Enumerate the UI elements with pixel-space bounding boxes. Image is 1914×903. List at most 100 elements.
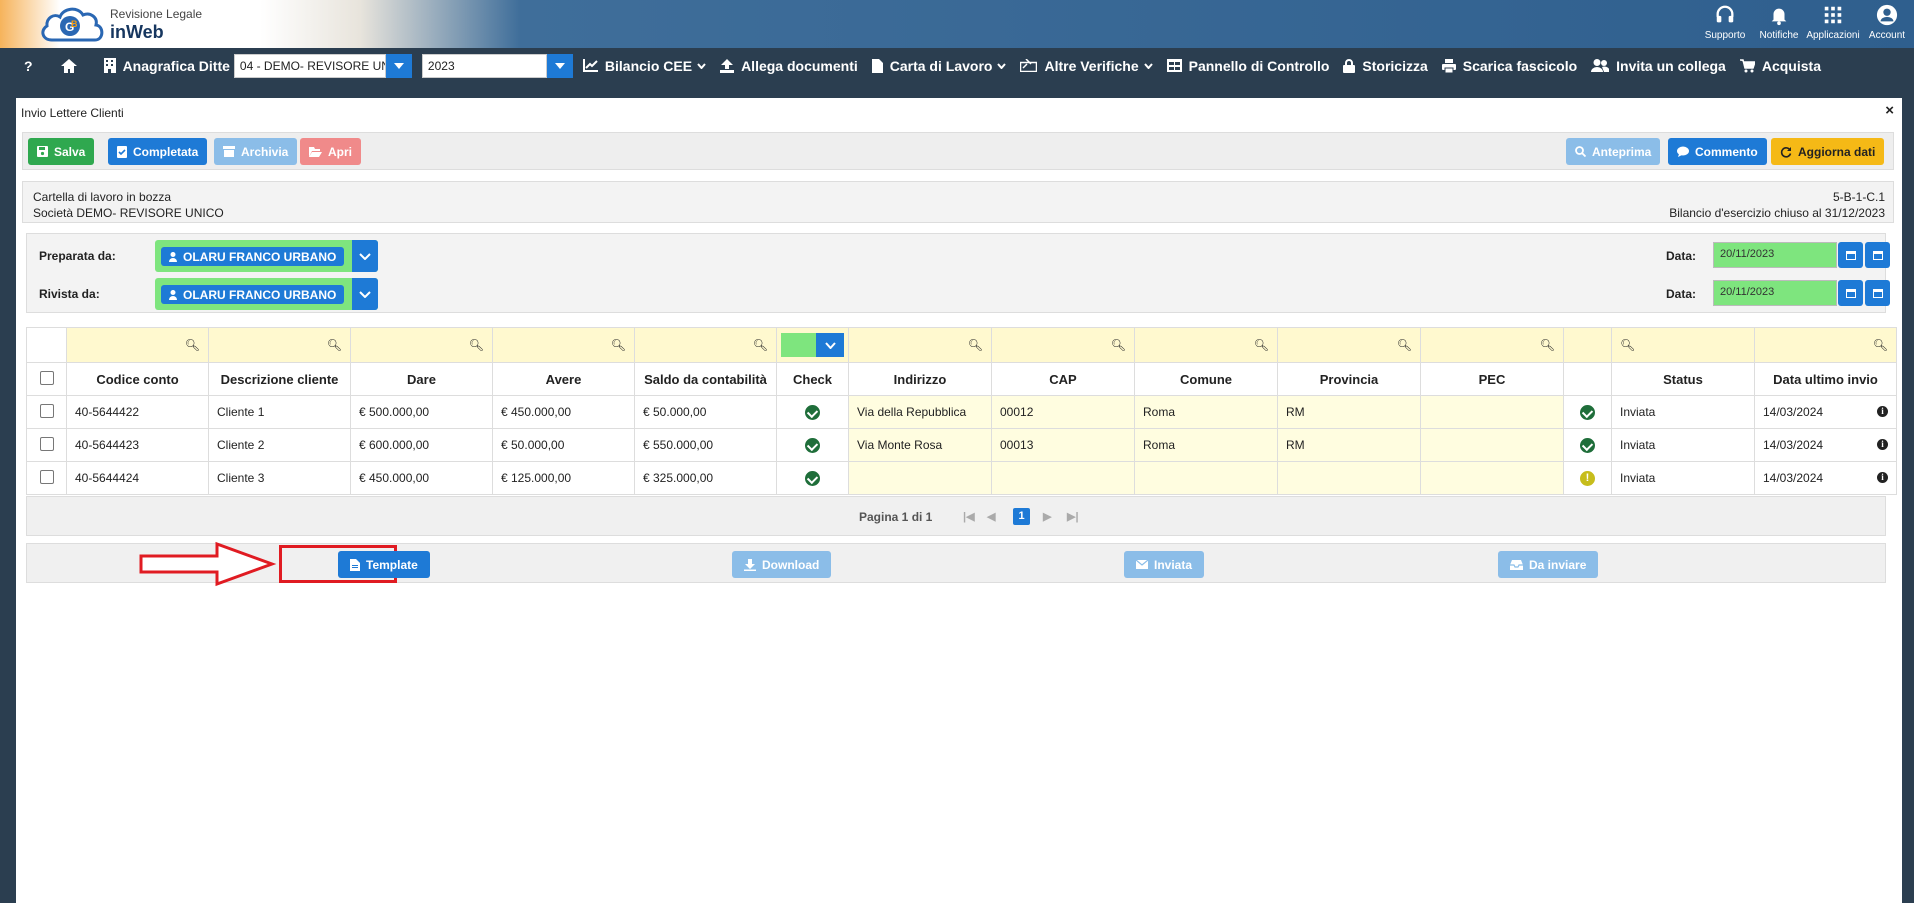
pec-cell[interactable] <box>1420 395 1564 429</box>
archivia-button[interactable]: Archivia <box>214 138 298 165</box>
info-icon[interactable]: i <box>1877 406 1888 417</box>
comune-cell[interactable]: Roma <box>1134 395 1278 429</box>
app-logo[interactable]: G B Revisione Legale inWeb <box>38 4 202 44</box>
da-inviare-button[interactable]: Da inviare <box>1498 551 1599 578</box>
preparata-select[interactable]: OLARU FRANCO URBANO <box>155 240 378 272</box>
help-button[interactable]: ? <box>24 58 33 74</box>
prev-page-icon[interactable]: ◀ <box>987 510 995 523</box>
rivista-date-input[interactable]: 20/11/2023 <box>1713 280 1837 306</box>
search-icon[interactable]: 🔍︎ <box>1754 327 1897 363</box>
completata-button[interactable]: Completata <box>108 138 208 165</box>
col-descrizione[interactable]: Descrizione cliente <box>208 362 351 396</box>
search-icon[interactable]: 🔍︎ <box>66 327 209 363</box>
preparata-date-input[interactable]: 20/11/2023 <box>1713 242 1837 268</box>
menu-invita[interactable]: Invita un collega <box>1591 58 1726 74</box>
search-icon[interactable]: 🔍︎ <box>634 327 777 363</box>
search-icon[interactable]: 🔍︎ <box>1134 327 1278 363</box>
col-avere[interactable]: Avere <box>492 362 635 396</box>
indirizzo-cell[interactable] <box>848 461 992 495</box>
search-icon[interactable]: 🔍︎ <box>492 327 635 363</box>
col-dare[interactable]: Dare <box>350 362 493 396</box>
search-icon[interactable]: 🔍︎ <box>991 327 1135 363</box>
pec-cell[interactable] <box>1420 461 1564 495</box>
search-icon[interactable]: 🔍︎ <box>848 327 992 363</box>
col-indirizzo[interactable]: Indirizzo <box>848 362 992 396</box>
col-provincia[interactable]: Provincia <box>1277 362 1421 396</box>
calendar-icon[interactable] <box>1838 242 1863 268</box>
cap-cell[interactable] <box>991 461 1135 495</box>
chevron-down-icon[interactable] <box>546 53 573 78</box>
pec-cell[interactable] <box>1420 428 1564 462</box>
calendar-icon[interactable] <box>1865 242 1890 268</box>
menu-allega[interactable]: Allega documenti <box>720 58 858 74</box>
apri-button[interactable]: Apri <box>300 138 361 165</box>
menu-anagrafica[interactable]: Anagrafica Ditte <box>103 58 230 74</box>
table-row[interactable]: 40-5644422 Cliente 1 € 500.000,00 € 450.… <box>26 395 1897 429</box>
page-number-current[interactable]: 1 <box>1013 508 1030 525</box>
menu-bilancio[interactable]: Bilancio CEE <box>582 58 706 74</box>
anteprima-button[interactable]: Anteprima <box>1566 138 1661 165</box>
close-icon[interactable]: × <box>1885 102 1894 119</box>
aggiorna-dati-button[interactable]: Aggiorna dati <box>1771 138 1885 165</box>
inviata-button[interactable]: Inviata <box>1124 551 1205 578</box>
info-icon[interactable]: i <box>1877 472 1888 483</box>
comune-cell[interactable] <box>1134 461 1278 495</box>
search-icon[interactable]: 🔍︎ <box>350 327 493 363</box>
search-icon[interactable]: 🔍︎ <box>1611 327 1755 363</box>
col-pec[interactable]: PEC <box>1420 362 1564 396</box>
search-icon[interactable]: 🔍︎ <box>1277 327 1421 363</box>
salva-button[interactable]: Salva <box>28 138 95 165</box>
rivista-select[interactable]: OLARU FRANCO URBANO <box>155 278 378 310</box>
col-comune[interactable]: Comune <box>1134 362 1278 396</box>
select-all-checkbox[interactable] <box>26 362 67 396</box>
applications-button[interactable]: Applicazioni <box>1806 0 1860 48</box>
menu-altre[interactable]: Altre Verifiche <box>1020 58 1153 74</box>
support-button[interactable]: Supporto <box>1698 0 1752 48</box>
row-checkbox[interactable] <box>26 395 67 429</box>
commento-button[interactable]: Commento <box>1668 138 1767 165</box>
chevron-down-icon[interactable] <box>352 278 378 310</box>
chevron-down-icon[interactable] <box>385 53 412 78</box>
provincia-cell[interactable]: RM <box>1277 395 1421 429</box>
search-icon[interactable]: 🔍︎ <box>1420 327 1564 363</box>
next-page-icon[interactable]: ▶ <box>1043 510 1051 523</box>
col-codice[interactable]: Codice conto <box>66 362 209 396</box>
col-status[interactable]: Status <box>1611 362 1755 396</box>
cap-cell[interactable]: 00012 <box>991 395 1135 429</box>
menu-carta[interactable]: Carta di Lavoro <box>871 58 1007 74</box>
calendar-icon[interactable] <box>1838 280 1863 306</box>
first-page-icon[interactable]: |◀ <box>963 510 975 523</box>
col-check[interactable]: Check <box>776 362 849 396</box>
check-filter[interactable] <box>776 327 849 363</box>
col-data-invio[interactable]: Data ultimo invio <box>1754 362 1897 396</box>
template-button[interactable]: Template <box>338 551 430 578</box>
info-icon[interactable]: i <box>1877 439 1888 450</box>
chevron-down-icon[interactable] <box>352 240 378 272</box>
chevron-down-icon[interactable] <box>816 333 844 357</box>
menu-storicizza[interactable]: Storicizza <box>1343 58 1428 74</box>
search-icon[interactable]: 🔍︎ <box>208 327 351 363</box>
menu-acquista[interactable]: Acquista <box>1739 58 1821 74</box>
row-checkbox[interactable] <box>26 461 67 495</box>
cap-cell[interactable]: 00013 <box>991 428 1135 462</box>
ditta-select[interactable]: 04 - DEMO- REVISORE UNICO <box>233 53 412 78</box>
col-saldo[interactable]: Saldo da contabilità <box>634 362 777 396</box>
menu-scarica[interactable]: Scarica fascicolo <box>1441 58 1577 74</box>
account-button[interactable]: Account <box>1860 0 1914 48</box>
table-row[interactable]: 40-5644424 Cliente 3 € 450.000,00 € 125.… <box>26 461 1897 495</box>
row-checkbox[interactable] <box>26 428 67 462</box>
year-select[interactable]: 2023 <box>421 53 573 78</box>
menu-pannello[interactable]: Pannello di Controllo <box>1166 58 1329 74</box>
provincia-cell[interactable] <box>1277 461 1421 495</box>
home-button[interactable] <box>60 58 84 73</box>
download-button[interactable]: Download <box>732 551 832 578</box>
comune-cell[interactable]: Roma <box>1134 428 1278 462</box>
calendar-icon[interactable] <box>1865 280 1890 306</box>
notifications-button[interactable]: Notifiche <box>1752 0 1806 48</box>
table-row[interactable]: 40-5644423 Cliente 2 € 600.000,00 € 50.0… <box>26 428 1897 462</box>
indirizzo-cell[interactable]: Via Monte Rosa <box>848 428 992 462</box>
last-page-icon[interactable]: ▶| <box>1067 510 1079 523</box>
provincia-cell[interactable]: RM <box>1277 428 1421 462</box>
indirizzo-cell[interactable]: Via della Repubblica <box>848 395 992 429</box>
col-cap[interactable]: CAP <box>991 362 1135 396</box>
